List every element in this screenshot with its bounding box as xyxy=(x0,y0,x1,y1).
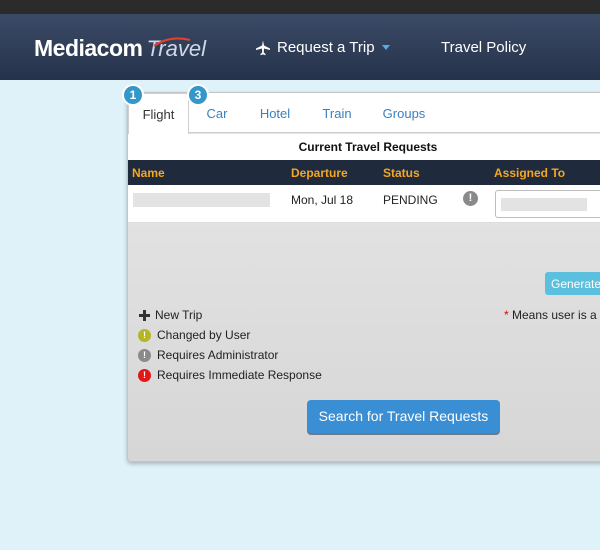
table-title: Current Travel Requests xyxy=(298,140,438,154)
tab-flight-label: Flight xyxy=(142,107,175,122)
plus-icon xyxy=(139,309,150,321)
generate-button[interactable]: Generate xyxy=(545,272,600,295)
tab-hotel-label: Hotel xyxy=(259,106,291,121)
legend-changed-by-user: ! Changed by User xyxy=(138,325,322,345)
cell-status: PENDING xyxy=(383,193,438,207)
table-header-row: Name Departure Status Assigned To xyxy=(128,160,600,185)
user-type-note: * Means user is a xyxy=(504,308,597,322)
legend-label: New Trip xyxy=(155,308,203,322)
requires-administrator-icon[interactable]: ! xyxy=(463,191,478,206)
tab-groups[interactable]: Groups xyxy=(381,93,427,133)
nav-travel-policy[interactable]: Travel Policy xyxy=(441,39,526,56)
app-logo[interactable]: Mediacom Travel xyxy=(34,35,206,61)
airplane-icon xyxy=(256,40,270,55)
required-star: * xyxy=(504,308,509,322)
travel-requests-table: Current Travel Requests Name Departure S… xyxy=(128,134,600,223)
top-navbar: Mediacom Travel Request a Trip Travel Po… xyxy=(0,14,600,80)
assigned-to-field[interactable] xyxy=(495,190,600,218)
col-header-departure[interactable]: Departure xyxy=(291,166,348,180)
col-header-status[interactable]: Status xyxy=(383,166,420,180)
nav-request-trip[interactable]: Request a Trip xyxy=(255,39,390,56)
browser-top-strip xyxy=(0,0,600,14)
user-type-note-text: Means user is a xyxy=(512,308,597,322)
redacted-assignee xyxy=(501,198,587,211)
cell-departure: Mon, Jul 18 xyxy=(291,193,354,207)
tab-groups-label: Groups xyxy=(382,106,426,121)
tab-car-badge: 3 xyxy=(187,84,209,106)
col-header-name[interactable]: Name xyxy=(132,166,165,180)
tab-train-label: Train xyxy=(322,106,352,121)
tab-flight-badge: 1 xyxy=(122,84,144,106)
tab-train[interactable]: Train xyxy=(318,93,356,133)
legend-new-trip: New Trip xyxy=(138,305,322,325)
nav-request-trip-label: Request a Trip xyxy=(277,39,375,56)
table-row[interactable]: Mon, Jul 18 PENDING ! xyxy=(128,185,600,223)
generate-button-label: Generate xyxy=(551,277,600,291)
tab-car-label: Car xyxy=(206,106,228,121)
travel-requests-panel: Flight Car Hotel Train Groups Current Tr… xyxy=(127,92,600,462)
legend-requires-immediate-response: ! Requires Immediate Response xyxy=(138,365,322,385)
logo-main-text: Mediacom xyxy=(34,35,143,61)
caret-down-icon xyxy=(381,45,390,50)
nav-travel-policy-label: Travel Policy xyxy=(441,39,527,56)
legend-label: Requires Administrator xyxy=(157,348,279,362)
legend-label: Requires Immediate Response xyxy=(157,368,322,382)
col-header-assigned-to[interactable]: Assigned To xyxy=(494,166,565,180)
requires-administrator-icon: ! xyxy=(138,348,151,362)
logo-swoosh-icon xyxy=(153,37,191,47)
status-legend: New Trip ! Changed by User ! Requires Ad… xyxy=(138,305,322,385)
requires-immediate-response-icon: ! xyxy=(138,368,151,382)
legend-requires-administrator: ! Requires Administrator xyxy=(138,345,322,365)
legend-label: Changed by User xyxy=(157,328,251,342)
search-travel-requests-button[interactable]: Search for Travel Requests xyxy=(307,400,500,433)
redacted-name xyxy=(133,193,270,207)
tab-hotel[interactable]: Hotel xyxy=(256,93,294,133)
search-button-label: Search for Travel Requests xyxy=(318,408,489,424)
changed-by-user-icon: ! xyxy=(138,328,151,342)
